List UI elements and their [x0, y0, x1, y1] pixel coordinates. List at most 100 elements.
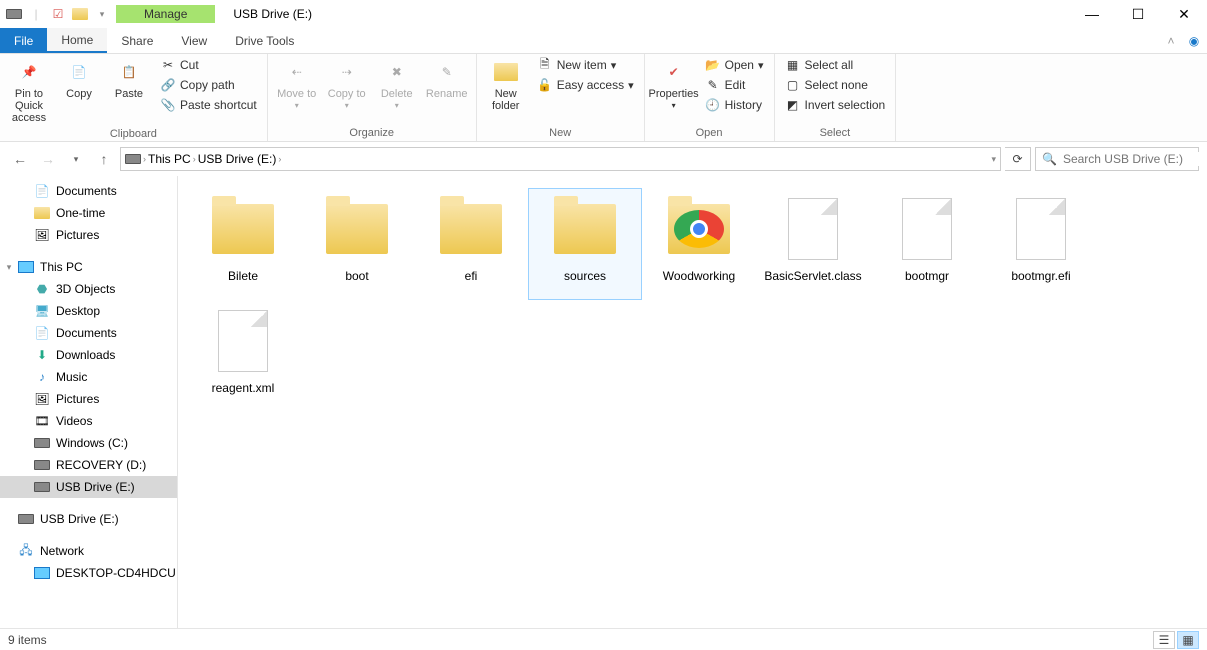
- delete-button[interactable]: ✖Delete▾: [374, 56, 420, 113]
- close-button[interactable]: ✕: [1161, 0, 1207, 28]
- details-view-button[interactable]: ☰: [1153, 631, 1175, 649]
- new-item-button[interactable]: 🗎New item ▾: [533, 56, 638, 74]
- open-button[interactable]: 📂Open ▾: [701, 56, 768, 74]
- nav-recovery-d[interactable]: RECOVERY (D:): [0, 454, 177, 476]
- qat-dropdown-icon[interactable]: ▾: [94, 6, 110, 22]
- recent-locations-button[interactable]: ▾: [64, 147, 88, 171]
- maximize-button[interactable]: ☐: [1115, 0, 1161, 28]
- nav-music[interactable]: ♪Music: [0, 366, 177, 388]
- qat-check-icon[interactable]: ☑: [50, 6, 66, 22]
- videos-icon: 🎞: [34, 413, 50, 429]
- icons-view-button[interactable]: ▦: [1177, 631, 1199, 649]
- item-boot[interactable]: boot: [300, 188, 414, 300]
- nav-one-time[interactable]: One-time: [0, 202, 177, 224]
- paste-shortcut-icon: 📎: [160, 97, 176, 113]
- window-title: USB Drive (E:): [233, 7, 312, 21]
- forward-button[interactable]: →: [36, 147, 60, 171]
- move-to-button[interactable]: ⇠Move to▾: [274, 56, 320, 113]
- search-input[interactable]: [1063, 152, 1207, 166]
- new-folder-button[interactable]: New folder: [483, 56, 529, 114]
- item-bootmgr-efi[interactable]: bootmgr.efi: [984, 188, 1098, 300]
- help-icon[interactable]: ◉: [1181, 28, 1207, 53]
- breadcrumb-usb-drive[interactable]: USB Drive (E:): [198, 152, 277, 166]
- easy-access-button[interactable]: 🔓Easy access ▾: [533, 76, 638, 94]
- ribbon-group-label: Organize: [274, 125, 470, 141]
- select-none-button[interactable]: ▢Select none: [781, 76, 890, 94]
- content-pane[interactable]: Bilete boot efisourcesWoodworking BasicServ…: [178, 176, 1207, 628]
- tab-view[interactable]: View: [167, 28, 221, 53]
- nav-this-pc[interactable]: ▾This PC: [0, 256, 177, 278]
- copy-button[interactable]: 📄Copy: [56, 56, 102, 102]
- copy-to-button[interactable]: ⇢Copy to▾: [324, 56, 370, 113]
- up-button[interactable]: ↑: [92, 147, 116, 171]
- chevron-right-icon[interactable]: ›: [278, 154, 281, 164]
- select-all-button[interactable]: ▦Select all: [781, 56, 890, 74]
- copy-to-icon: ⇢: [333, 58, 361, 86]
- rename-button[interactable]: ✎Rename: [424, 56, 470, 102]
- tab-home[interactable]: Home: [47, 28, 107, 53]
- nav-documents[interactable]: 📄Documents: [0, 180, 177, 202]
- pictures-icon: 🖼: [34, 227, 50, 243]
- drive-icon: [34, 435, 50, 451]
- breadcrumb-this-pc[interactable]: This PC: [148, 152, 191, 166]
- tab-drive-tools[interactable]: Drive Tools: [221, 28, 308, 53]
- item-label: Bilete: [228, 269, 258, 283]
- nav-windows-c[interactable]: Windows (C:): [0, 432, 177, 454]
- nav-usb-e2[interactable]: USB Drive (E:): [0, 508, 177, 530]
- network-icon: 🖧: [18, 543, 34, 559]
- invert-selection-button[interactable]: ◩Invert selection: [781, 96, 890, 114]
- item-sources[interactable]: sources: [528, 188, 642, 300]
- nav-3d-objects[interactable]: ⬣3D Objects: [0, 278, 177, 300]
- nav-downloads[interactable]: ⬇Downloads: [0, 344, 177, 366]
- chevron-right-icon[interactable]: ›: [193, 154, 196, 164]
- drive-icon: [125, 151, 141, 167]
- nav-videos[interactable]: 🎞Videos: [0, 410, 177, 432]
- history-button[interactable]: 🕘History: [701, 96, 768, 114]
- nav-documents2[interactable]: 📄Documents: [0, 322, 177, 344]
- chevron-right-icon[interactable]: ›: [143, 154, 146, 164]
- contextual-tab-header[interactable]: Manage: [116, 5, 215, 23]
- item-bilete[interactable]: Bilete: [186, 188, 300, 300]
- navigation-pane[interactable]: 📄Documents One-time 🖼Pictures ▾This PC ⬣…: [0, 176, 178, 628]
- nav-usb-e[interactable]: USB Drive (E:): [0, 476, 177, 498]
- properties-button[interactable]: ✔Properties▾: [651, 56, 697, 113]
- pictures-icon: 🖼: [34, 391, 50, 407]
- item-label: BasicServlet.class: [764, 269, 861, 283]
- copy-path-button[interactable]: 🔗Copy path: [156, 76, 261, 94]
- documents-icon: 📄: [34, 183, 50, 199]
- tab-file[interactable]: File: [0, 28, 47, 53]
- nav-pictures[interactable]: 🖼Pictures: [0, 224, 177, 246]
- edit-button[interactable]: ✎Edit: [701, 76, 768, 94]
- move-to-icon: ⇠: [283, 58, 311, 86]
- nav-desktop[interactable]: 🖥Desktop: [0, 300, 177, 322]
- paste-button[interactable]: 📋Paste: [106, 56, 152, 102]
- nav-desktop-host[interactable]: DESKTOP-CD4HDCU: [0, 562, 177, 584]
- collapse-ribbon-icon[interactable]: ˄: [1161, 28, 1181, 53]
- qat-folder-icon[interactable]: [72, 6, 88, 22]
- item-reagent-xml[interactable]: reagent.xml: [186, 300, 300, 412]
- item-basicservlet-class[interactable]: BasicServlet.class: [756, 188, 870, 300]
- usb-drive-icon: [18, 511, 34, 527]
- nav-network[interactable]: 🖧Network: [0, 540, 177, 562]
- chevron-down-icon[interactable]: ▾: [991, 154, 996, 165]
- breadcrumb[interactable]: › This PC › USB Drive (E:) › ▾: [120, 147, 1001, 171]
- refresh-button[interactable]: ⟳: [1005, 147, 1031, 171]
- ribbon: 📌Pin to Quick access 📄Copy 📋Paste ✂Cut 🔗…: [0, 54, 1207, 142]
- ribbon-group-new: New folder 🗎New item ▾ 🔓Easy access ▾ Ne…: [477, 54, 645, 141]
- item-bootmgr[interactable]: bootmgr: [870, 188, 984, 300]
- item-woodworking[interactable]: Woodworking: [642, 188, 756, 300]
- chevron-down-icon[interactable]: ▾: [4, 262, 14, 273]
- minimize-button[interactable]: —: [1069, 0, 1115, 28]
- file-icon: [1005, 193, 1077, 265]
- pin-quick-access-button[interactable]: 📌Pin to Quick access: [6, 56, 52, 126]
- item-label: boot: [345, 269, 368, 283]
- tab-share[interactable]: Share: [107, 28, 167, 53]
- rename-icon: ✎: [433, 58, 461, 86]
- back-button[interactable]: ←: [8, 147, 32, 171]
- computer-icon: [34, 565, 50, 581]
- item-efi[interactable]: efi: [414, 188, 528, 300]
- nav-pictures2[interactable]: 🖼Pictures: [0, 388, 177, 410]
- cut-button[interactable]: ✂Cut: [156, 56, 261, 74]
- search-box[interactable]: 🔍: [1035, 147, 1199, 171]
- paste-shortcut-button[interactable]: 📎Paste shortcut: [156, 96, 261, 114]
